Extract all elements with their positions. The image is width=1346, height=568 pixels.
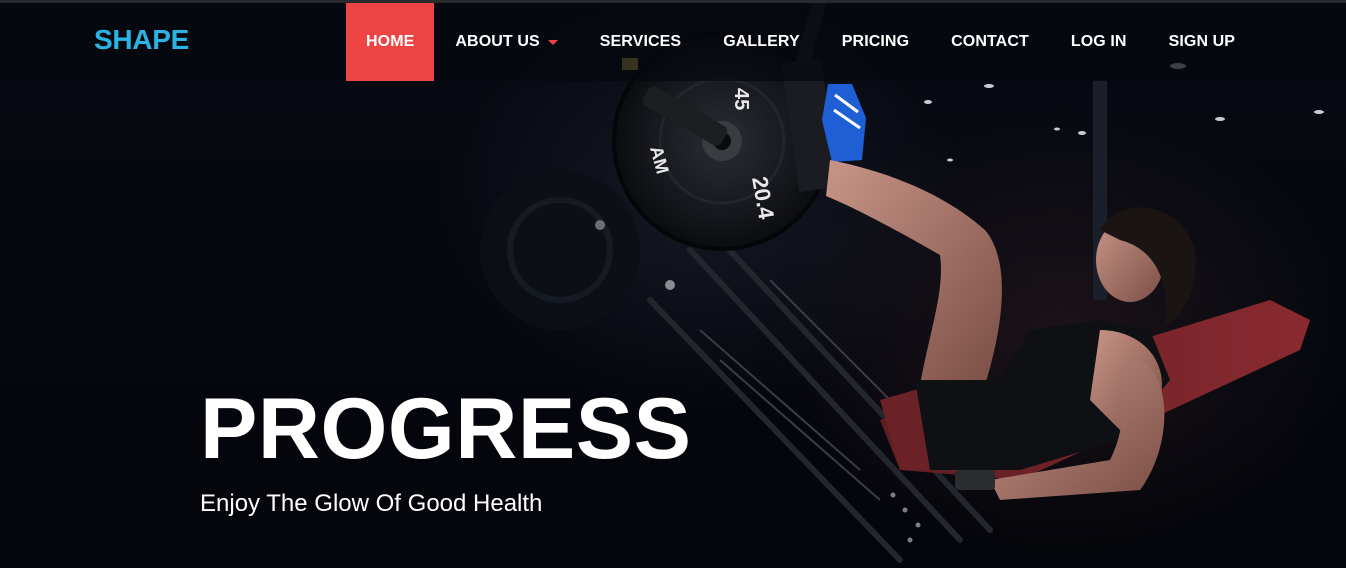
brand-logo[interactable]: SHAPE bbox=[94, 24, 189, 56]
nav-menu: HOME ABOUT US SERVICES GALLERY PRICING C… bbox=[346, 3, 1256, 81]
nav-item-label: LOG IN bbox=[1070, 33, 1127, 50]
nav-item-log-in[interactable]: LOG IN bbox=[1050, 3, 1148, 81]
nav-item-label: GALLERY bbox=[723, 33, 800, 50]
nav-item-services[interactable]: SERVICES bbox=[579, 3, 702, 81]
nav-item-sign-up[interactable]: SIGN UP bbox=[1148, 3, 1257, 81]
nav-item-label: ABOUT US bbox=[455, 33, 540, 50]
nav-item-gallery[interactable]: GALLERY bbox=[702, 3, 821, 81]
nav-item-pricing[interactable]: PRICING bbox=[821, 3, 930, 81]
nav-item-label: SIGN UP bbox=[1168, 33, 1236, 50]
caret-down-icon bbox=[547, 39, 558, 45]
nav-item-contact[interactable]: CONTACT bbox=[930, 3, 1050, 81]
nav-item-label: SERVICES bbox=[599, 33, 682, 50]
nav-item-home[interactable]: HOME bbox=[346, 3, 435, 81]
nav-item-label: CONTACT bbox=[951, 33, 1029, 50]
nav-item-label: PRICING bbox=[841, 33, 910, 50]
plate-text-top: 45 bbox=[730, 88, 752, 110]
hero-background-image: 45 20.4 AM bbox=[480, 0, 1324, 563]
nav-item-label: HOME bbox=[366, 33, 415, 50]
nav-item-about-us[interactable]: ABOUT US bbox=[434, 3, 578, 81]
navbar: SHAPE HOME ABOUT US SERVICES GALLERY PRI… bbox=[0, 3, 1346, 81]
page: 45 20.4 AM SHAPE HOME ABOUT US SERVICES … bbox=[0, 0, 1346, 568]
hero-subtitle: Enjoy The Glow Of Good Health bbox=[200, 490, 543, 517]
hero-title: PROGRESS bbox=[200, 381, 692, 477]
